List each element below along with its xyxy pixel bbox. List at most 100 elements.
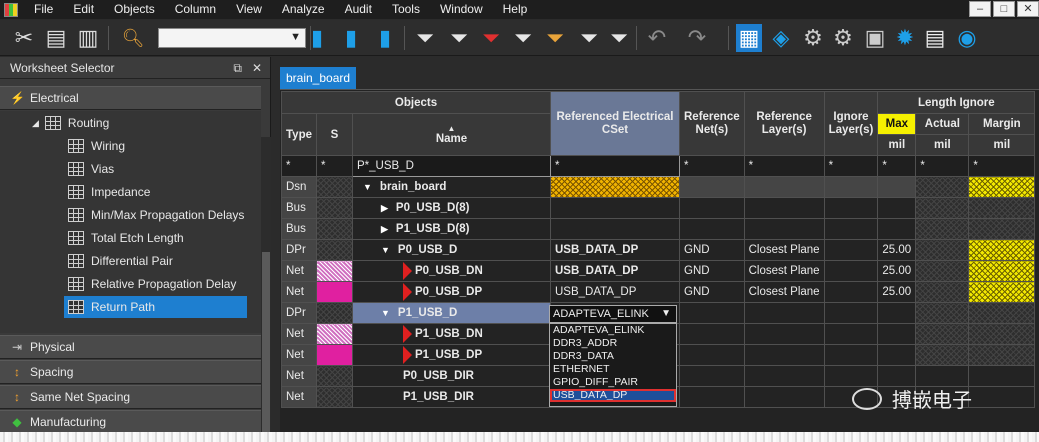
max-cell[interactable] [877, 197, 917, 219]
max-cell[interactable] [877, 323, 917, 345]
undo-icon[interactable]: ↶ [642, 24, 672, 52]
name-cell[interactable]: P0_USB_DIR [352, 365, 551, 387]
category-electrical[interactable]: ⚡ Electrical [0, 86, 261, 110]
filter-cell[interactable]: * [968, 155, 1036, 177]
filter-cell[interactable]: * [915, 155, 970, 177]
cset-cell[interactable] [550, 197, 680, 219]
highlight-icon[interactable]: ◈ [768, 24, 794, 52]
expand-icon[interactable]: ▼ [363, 182, 372, 192]
filter-cell[interactable]: * [550, 155, 680, 177]
layers-cell[interactable]: Closest Plane [743, 260, 825, 282]
menu-view[interactable]: View [226, 0, 272, 19]
nets-cell[interactable] [679, 365, 745, 387]
nets-cell[interactable] [679, 197, 745, 219]
settings-icon[interactable]: ✹ [892, 24, 918, 52]
max-cell[interactable] [877, 302, 917, 324]
max-cell[interactable]: 25.00 [877, 281, 917, 303]
max-cell[interactable] [877, 218, 917, 240]
layers-cell[interactable] [743, 344, 825, 366]
name-cell[interactable]: ▼ P0_USB_D [352, 239, 551, 261]
nets-cell[interactable] [679, 176, 745, 198]
ignore-cell[interactable] [823, 281, 879, 303]
tab-brain-board[interactable]: brain_board [280, 67, 357, 89]
cset-cell[interactable]: USB_DATA_DP [550, 260, 680, 282]
layers-cell[interactable] [743, 302, 825, 324]
maximize-button[interactable]: □ [993, 1, 1015, 17]
dropdown-option[interactable]: GPIO_DIFF_PAIR [550, 376, 676, 389]
tree-item-wiring[interactable]: Wiring [68, 135, 248, 157]
header-reference-nets[interactable]: Reference Net(s) [679, 91, 745, 156]
tree-scrollbar[interactable] [261, 137, 271, 442]
tree-folder-routing[interactable]: ◢ Routing [32, 112, 109, 134]
max-cell[interactable]: 25.00 [877, 260, 917, 282]
header-name[interactable]: ▲ Name [352, 113, 551, 156]
dropdown-option[interactable]: ADAPTEVA_ELINK [550, 324, 676, 337]
ignore-cell[interactable] [823, 344, 879, 366]
category-manufacturing[interactable]: ◆ Manufacturing [0, 410, 261, 434]
graphics-icon[interactable]: ▣ [862, 24, 888, 52]
find-icon[interactable]: 🔍︎ [116, 24, 150, 52]
table-row[interactable]: Bus ▶ P1_USB_D(8) [281, 218, 1036, 240]
menu-audit[interactable]: Audit [335, 0, 382, 19]
expand-icon[interactable]: ▼ [381, 308, 390, 318]
cset-dropdown[interactable]: ADAPTEVA_ELINK ▼ [549, 305, 677, 323]
close-button[interactable]: ✕ [1017, 1, 1039, 17]
ignore-cell[interactable] [823, 260, 879, 282]
nets-cell[interactable]: GND [679, 281, 745, 303]
name-cell[interactable]: ▼ P1_USB_D [352, 302, 551, 324]
close-panel-icon[interactable]: ✕ [252, 61, 262, 76]
category-spacing[interactable]: ↕ Spacing [0, 360, 261, 384]
layers-cell[interactable] [743, 197, 825, 219]
cset-cell[interactable]: USB_DATA_DP [550, 281, 680, 303]
table-row[interactable]: Net P0_USB_DN USB_DATA_DP GND Closest Pl… [281, 260, 1036, 282]
menu-tools[interactable]: Tools [382, 0, 430, 19]
layers-cell[interactable] [743, 323, 825, 345]
name-cell[interactable]: P1_USB_DP [352, 344, 551, 366]
ignore-cell[interactable] [823, 302, 879, 324]
filter-cell[interactable]: * [743, 155, 825, 177]
max-cell[interactable]: 25.00 [877, 239, 917, 261]
header-actual[interactable]: Actual [915, 113, 970, 135]
name-cell[interactable]: ▼ brain_board [352, 176, 551, 198]
layers-cell[interactable]: Closest Plane [743, 239, 825, 261]
object-combo[interactable]: ▼ [158, 28, 306, 48]
cset-cell[interactable] [550, 218, 680, 240]
filter-link-icon[interactable]: ⏷ [606, 24, 632, 52]
layers-cell[interactable]: Closest Plane [743, 281, 825, 303]
name-filter-input[interactable]: P*_USB_D [352, 155, 551, 177]
dropdown-option-highlighted[interactable]: USB_DATA_DP [550, 389, 676, 402]
report-icon[interactable]: ▤ [922, 24, 948, 52]
menu-analyze[interactable]: Analyze [272, 0, 335, 19]
next-bookmark-icon[interactable]: ▮ [338, 24, 364, 52]
max-cell[interactable] [877, 176, 917, 198]
nets-cell[interactable]: GND [679, 260, 745, 282]
table-row[interactable]: Bus ▶ P0_USB_D(8) [281, 197, 1036, 219]
header-max[interactable]: Max [877, 113, 917, 135]
copy-icon[interactable]: ▤ [44, 24, 68, 52]
bookmark-icon[interactable]: ▮ [306, 24, 328, 52]
dropdown-option[interactable]: ETHERNET [550, 363, 676, 376]
ignore-cell[interactable] [823, 323, 879, 345]
category-physical[interactable]: ⇥ Physical [0, 335, 261, 359]
name-cell[interactable]: ▶ P1_USB_D(8) [352, 218, 551, 240]
ignore-cell[interactable] [823, 197, 879, 219]
tree-item-total-etch-length[interactable]: Total Etch Length [68, 227, 248, 249]
name-cell[interactable]: P0_USB_DP [352, 281, 551, 303]
paste-icon[interactable]: ▥ [76, 24, 100, 52]
nets-cell[interactable] [679, 302, 745, 324]
name-cell[interactable]: P1_USB_DN [352, 323, 551, 345]
dropdown-option[interactable]: DDR3_DATA [550, 350, 676, 363]
menu-window[interactable]: Window [430, 0, 493, 19]
tree-item-relative-delay[interactable]: Relative Propagation Delay [68, 273, 248, 295]
name-cell[interactable]: P1_USB_DIR [352, 386, 551, 408]
table-row[interactable]: Net P0_USB_DP USB_DATA_DP GND Closest Pl… [281, 281, 1036, 303]
scrollbar-thumb[interactable] [262, 252, 270, 432]
expand-icon[interactable]: ▼ [381, 245, 390, 255]
layers-cell[interactable] [743, 176, 825, 198]
cset-cell[interactable]: USB_DATA_DP [550, 239, 680, 261]
tree-item-differential-pair[interactable]: Differential Pair [68, 250, 248, 272]
menu-objects[interactable]: Objects [104, 0, 165, 19]
float-icon[interactable]: ⧉ [233, 61, 242, 76]
layers-cell[interactable] [743, 218, 825, 240]
filter-cell[interactable]: * [679, 155, 745, 177]
